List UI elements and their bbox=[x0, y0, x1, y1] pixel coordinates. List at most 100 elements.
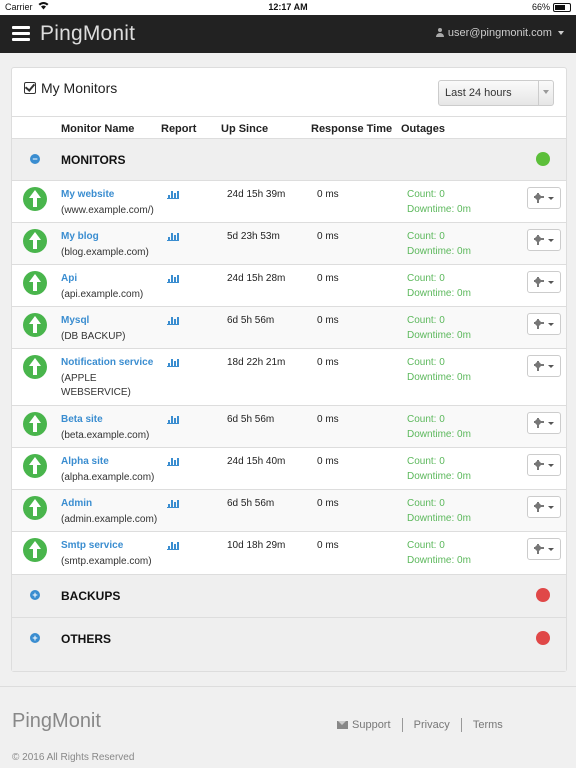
table-row: Api (api.example.com) 24d 15h 28m 0 ms Count… bbox=[12, 264, 566, 307]
copyright: © 2016 All Rights Reserved bbox=[12, 752, 135, 763]
expand-icon[interactable]: + bbox=[30, 590, 40, 600]
menu-icon[interactable] bbox=[12, 26, 30, 42]
bar-chart-icon[interactable] bbox=[167, 274, 179, 283]
monitor-url: (alpha.example.com) bbox=[61, 472, 155, 483]
arrow-up-icon bbox=[23, 538, 47, 562]
monitor-name-link[interactable]: Beta site bbox=[61, 414, 103, 425]
status-dot bbox=[536, 631, 550, 645]
caret-down-icon bbox=[548, 323, 554, 326]
up-since: 24d 15h 39m bbox=[227, 189, 286, 200]
response-time: 0 ms bbox=[317, 498, 339, 509]
bar-chart-icon[interactable] bbox=[167, 358, 179, 367]
brand-logo[interactable]: PingMonit bbox=[40, 22, 135, 46]
caret-down-icon bbox=[548, 281, 554, 284]
bar-chart-icon[interactable] bbox=[167, 316, 179, 325]
divider bbox=[401, 718, 403, 732]
panel-title: My Monitors bbox=[24, 80, 117, 96]
monitor-url: (smtp.example.com) bbox=[61, 556, 152, 567]
group-others[interactable]: + OTHERS bbox=[12, 617, 566, 671]
table-row: My blog (blog.example.com) 5d 23h 53m 0 ms C… bbox=[12, 222, 566, 265]
divider bbox=[460, 718, 462, 732]
monitor-name-link[interactable]: Alpha site bbox=[61, 456, 109, 467]
downtime: Downtime: 0m bbox=[407, 246, 471, 257]
status-bar: Carrier 12:17 AM 66% bbox=[0, 0, 576, 15]
gear-icon bbox=[534, 502, 544, 512]
response-time: 0 ms bbox=[317, 315, 339, 326]
col-monitor-name: Monitor Name bbox=[61, 123, 135, 135]
outage-count: Count: 0 bbox=[407, 231, 445, 242]
bar-chart-icon[interactable] bbox=[167, 499, 179, 508]
gear-icon bbox=[534, 418, 544, 428]
collapse-icon[interactable]: − bbox=[30, 154, 40, 164]
footer-brand: PingMonit bbox=[12, 710, 101, 732]
up-since: 24d 15h 40m bbox=[227, 456, 286, 467]
outage-count: Count: 0 bbox=[407, 456, 445, 467]
group-label: OTHERS bbox=[61, 632, 112, 646]
bar-chart-icon[interactable] bbox=[167, 232, 179, 241]
bar-chart-icon[interactable] bbox=[167, 541, 179, 550]
group-label: BACKUPS bbox=[61, 589, 121, 603]
monitor-url: (api.example.com) bbox=[61, 289, 144, 300]
support-link[interactable]: Support bbox=[352, 719, 391, 731]
monitor-name-link[interactable]: Mysql bbox=[61, 315, 89, 326]
time-range-select[interactable]: Last 24 hours bbox=[438, 80, 554, 106]
outage-count: Count: 0 bbox=[407, 357, 445, 368]
chevron-down-icon bbox=[538, 81, 553, 105]
table-header: Monitor Name Report Up Since Response Ti… bbox=[12, 116, 566, 139]
status-dot bbox=[536, 152, 550, 166]
bar-chart-icon[interactable] bbox=[167, 415, 179, 424]
group-monitors[interactable]: − MONITORS bbox=[12, 138, 566, 181]
caret-down-icon bbox=[548, 422, 554, 425]
top-navbar: PingMonit user@pingmonit.com bbox=[0, 15, 576, 53]
checkbox-icon bbox=[24, 82, 36, 94]
monitor-name-link[interactable]: Smtp service bbox=[61, 540, 123, 551]
user-email: user@pingmonit.com bbox=[447, 27, 552, 39]
response-time: 0 ms bbox=[317, 273, 339, 284]
downtime: Downtime: 0m bbox=[407, 288, 471, 299]
downtime: Downtime: 0m bbox=[407, 471, 471, 482]
settings-dropdown-button[interactable] bbox=[527, 454, 561, 476]
table-row: Notification service (APPLE WEBSERVICE) 18… bbox=[12, 348, 566, 406]
outage-count: Count: 0 bbox=[407, 273, 445, 284]
monitor-name-link[interactable]: Admin bbox=[61, 498, 92, 509]
settings-dropdown-button[interactable] bbox=[527, 355, 561, 377]
response-time: 0 ms bbox=[317, 357, 339, 368]
user-icon bbox=[435, 28, 444, 37]
monitor-url: (beta.example.com) bbox=[61, 430, 150, 441]
footer-divider bbox=[0, 686, 576, 687]
monitor-name-link[interactable]: Api bbox=[61, 273, 77, 284]
outage-count: Count: 0 bbox=[407, 414, 445, 425]
gear-icon bbox=[534, 460, 544, 470]
monitor-url: (blog.example.com) bbox=[61, 247, 149, 258]
monitor-name-link[interactable]: My website bbox=[61, 189, 114, 200]
arrow-up-icon bbox=[23, 355, 47, 379]
caret-down-icon bbox=[548, 548, 554, 551]
footer-links: Support Privacy Terms bbox=[337, 718, 503, 732]
user-menu[interactable]: user@pingmonit.com bbox=[435, 27, 564, 39]
monitor-name-link[interactable]: Notification service bbox=[61, 357, 153, 368]
expand-icon[interactable]: + bbox=[30, 633, 40, 643]
group-backups[interactable]: + BACKUPS bbox=[12, 574, 566, 617]
monitor-name-link[interactable]: My blog bbox=[61, 231, 99, 242]
settings-dropdown-button[interactable] bbox=[527, 496, 561, 518]
arrow-up-icon bbox=[23, 454, 47, 478]
monitor-url: (www.example.com/) bbox=[61, 205, 154, 216]
arrow-up-icon bbox=[23, 229, 47, 253]
downtime: Downtime: 0m bbox=[407, 513, 471, 524]
settings-dropdown-button[interactable] bbox=[527, 412, 561, 434]
battery-percent: 66% bbox=[531, 2, 550, 12]
privacy-link[interactable]: Privacy bbox=[414, 719, 450, 731]
outage-count: Count: 0 bbox=[407, 540, 445, 551]
settings-dropdown-button[interactable] bbox=[527, 229, 561, 251]
settings-dropdown-button[interactable] bbox=[527, 538, 561, 560]
settings-dropdown-button[interactable] bbox=[527, 187, 561, 209]
bar-chart-icon[interactable] bbox=[167, 457, 179, 466]
up-since: 5d 23h 53m bbox=[227, 231, 280, 242]
group-label: MONITORS bbox=[61, 153, 126, 167]
table-row: Admin (admin.example.com) 6d 5h 56m 0 ms Cou… bbox=[12, 489, 566, 532]
settings-dropdown-button[interactable] bbox=[527, 313, 561, 335]
bar-chart-icon[interactable] bbox=[167, 190, 179, 199]
terms-link[interactable]: Terms bbox=[473, 719, 503, 731]
arrow-up-icon bbox=[23, 313, 47, 337]
settings-dropdown-button[interactable] bbox=[527, 271, 561, 293]
